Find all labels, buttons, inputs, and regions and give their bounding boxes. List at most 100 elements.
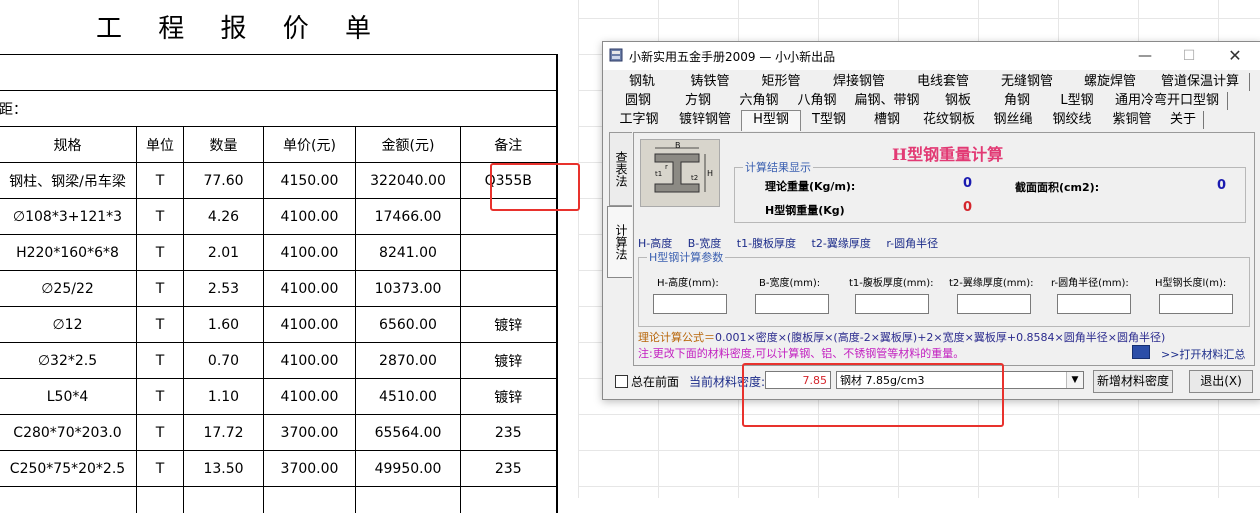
cell-empty[interactable] bbox=[0, 487, 137, 513]
tab-row3-8[interactable]: 紫铜管 bbox=[1101, 111, 1164, 129]
tab-row1-4[interactable]: 电线套管 bbox=[901, 73, 986, 91]
cell-amount[interactable]: 322040.00 bbox=[356, 163, 461, 199]
tab-row2-7[interactable]: L型钢 bbox=[1047, 92, 1108, 110]
cell-price[interactable]: 4100.00 bbox=[264, 271, 356, 307]
cell-note[interactable] bbox=[461, 235, 557, 271]
cell-unit[interactable]: T bbox=[137, 415, 184, 451]
cell-amount[interactable]: 6560.00 bbox=[356, 307, 461, 343]
cell-empty[interactable] bbox=[184, 487, 264, 513]
maximize-button[interactable]: ☐ bbox=[1167, 44, 1211, 68]
height-input[interactable] bbox=[653, 294, 727, 314]
cell-qty[interactable]: 17.72 bbox=[184, 415, 264, 451]
cell-amount[interactable]: 2870.00 bbox=[356, 343, 461, 379]
cell-qty[interactable]: 2.01 bbox=[184, 235, 264, 271]
minimize-button[interactable]: — bbox=[1123, 44, 1167, 68]
cell-spec[interactable]: 钢柱、钢梁/吊车梁 bbox=[0, 163, 137, 199]
distance-cell[interactable]: 距： bbox=[0, 91, 557, 127]
tab-row1-1[interactable]: 铸铁管 bbox=[675, 73, 746, 91]
cell-spec[interactable]: ∅32*2.5 bbox=[0, 343, 137, 379]
chevron-down-icon[interactable]: ▼ bbox=[1066, 372, 1083, 388]
width-input[interactable] bbox=[755, 294, 829, 314]
tab-row3-3[interactable]: T型钢 bbox=[799, 111, 860, 129]
cell-note[interactable] bbox=[461, 271, 557, 307]
tab-row1-6[interactable]: 螺旋焊管 bbox=[1069, 73, 1152, 91]
cell-unit[interactable]: T bbox=[137, 307, 184, 343]
cell-qty[interactable]: 77.60 bbox=[184, 163, 264, 199]
flange-thickness-input[interactable] bbox=[957, 294, 1031, 314]
open-material-summary-link[interactable]: >>打开材料汇总 bbox=[1161, 346, 1245, 362]
header-amount[interactable]: 金额(元) bbox=[356, 127, 461, 163]
cell-unit[interactable]: T bbox=[137, 271, 184, 307]
blank-cell[interactable] bbox=[0, 55, 557, 91]
cell-note[interactable]: 镀锌 bbox=[461, 307, 557, 343]
cell-unit[interactable]: T bbox=[137, 379, 184, 415]
cell-spec[interactable]: ∅108*3+121*3 bbox=[0, 199, 137, 235]
cell-unit[interactable]: T bbox=[137, 343, 184, 379]
cell-spec[interactable]: C280*70*203.0 bbox=[0, 415, 137, 451]
header-qty[interactable]: 数量 bbox=[184, 127, 264, 163]
header-price[interactable]: 单价(元) bbox=[264, 127, 356, 163]
cell-price[interactable]: 3700.00 bbox=[264, 415, 356, 451]
tab-row2-0[interactable]: 圆钢 bbox=[609, 92, 668, 110]
cell-unit[interactable]: T bbox=[137, 199, 184, 235]
tab-calculation[interactable]: 计算法 bbox=[607, 206, 632, 278]
cell-qty[interactable]: 1.60 bbox=[184, 307, 264, 343]
title-bar[interactable]: 小新实用五金手册2009 — 小小新出品 — ☐ ✕ bbox=[603, 42, 1260, 70]
tab-row3-6[interactable]: 钢丝绳 bbox=[983, 111, 1044, 129]
tab-row3-0[interactable]: 工字钢 bbox=[609, 111, 670, 129]
tab-row3-7[interactable]: 钢绞线 bbox=[1043, 111, 1102, 129]
cell-spec[interactable]: C250*75*20*2.5 bbox=[0, 451, 137, 487]
cell-amount[interactable]: 49950.00 bbox=[356, 451, 461, 487]
cell-price[interactable]: 4100.00 bbox=[264, 307, 356, 343]
add-density-button[interactable]: 新增材料密度 bbox=[1093, 370, 1173, 393]
tab-table-lookup[interactable]: 查表法 bbox=[609, 132, 632, 206]
tab-row1-2[interactable]: 矩形管 bbox=[745, 73, 818, 91]
cell-qty[interactable]: 2.53 bbox=[184, 271, 264, 307]
tab-row3-2[interactable]: H型钢 bbox=[741, 110, 801, 131]
tab-row3-4[interactable]: 槽钢 bbox=[859, 111, 916, 129]
close-button[interactable]: ✕ bbox=[1213, 44, 1257, 68]
cell-empty[interactable] bbox=[264, 487, 356, 513]
cell-unit[interactable]: T bbox=[137, 451, 184, 487]
cell-qty[interactable]: 0.70 bbox=[184, 343, 264, 379]
cell-price[interactable]: 4150.00 bbox=[264, 163, 356, 199]
cell-price[interactable]: 4100.00 bbox=[264, 343, 356, 379]
cell-amount[interactable]: 10373.00 bbox=[356, 271, 461, 307]
cell-spec[interactable]: ∅12 bbox=[0, 307, 137, 343]
cell-qty[interactable]: 1.10 bbox=[184, 379, 264, 415]
tab-row2-8[interactable]: 通用冷弯开口型钢 bbox=[1107, 92, 1228, 110]
cell-empty[interactable] bbox=[137, 487, 184, 513]
fillet-radius-input[interactable] bbox=[1057, 294, 1131, 314]
web-thickness-input[interactable] bbox=[855, 294, 929, 314]
cell-qty[interactable]: 13.50 bbox=[184, 451, 264, 487]
cell-qty[interactable]: 4.26 bbox=[184, 199, 264, 235]
cell-amount[interactable]: 8241.00 bbox=[356, 235, 461, 271]
tab-row1-0[interactable]: 钢轨 bbox=[609, 73, 676, 91]
cell-amount[interactable]: 65564.00 bbox=[356, 415, 461, 451]
tab-row1-7[interactable]: 管道保温计算 bbox=[1151, 73, 1250, 91]
tab-row1-3[interactable]: 焊接钢管 bbox=[817, 73, 902, 91]
tab-row2-1[interactable]: 方钢 bbox=[667, 92, 730, 110]
cell-note[interactable]: 镀锌 bbox=[461, 379, 557, 415]
tab-row2-4[interactable]: 扁钢、带钢 bbox=[845, 92, 930, 110]
header-spec[interactable]: 规格 bbox=[0, 127, 137, 163]
tab-row3-5[interactable]: 花纹钢板 bbox=[915, 111, 984, 129]
cell-price[interactable]: 4100.00 bbox=[264, 379, 356, 415]
cell-empty[interactable] bbox=[461, 487, 557, 513]
tab-row2-6[interactable]: 角钢 bbox=[987, 92, 1048, 110]
cell-amount[interactable]: 17466.00 bbox=[356, 199, 461, 235]
cell-price[interactable]: 4100.00 bbox=[264, 235, 356, 271]
material-summary-icon[interactable] bbox=[1132, 345, 1150, 359]
cell-spec[interactable]: H220*160*6*8 bbox=[0, 235, 137, 271]
header-note[interactable]: 备注 bbox=[461, 127, 557, 163]
tab-row1-5[interactable]: 无缝钢管 bbox=[985, 73, 1070, 91]
cell-price[interactable]: 4100.00 bbox=[264, 199, 356, 235]
tab-row3-1[interactable]: 镀锌钢管 bbox=[669, 111, 742, 129]
cell-spec[interactable]: L50*4 bbox=[0, 379, 137, 415]
cell-note[interactable]: 235 bbox=[461, 451, 557, 487]
tab-row2-5[interactable]: 钢板 bbox=[929, 92, 988, 110]
cell-note[interactable]: 235 bbox=[461, 415, 557, 451]
header-unit[interactable]: 单位 bbox=[137, 127, 184, 163]
exit-button[interactable]: 退出(X) bbox=[1189, 370, 1253, 393]
always-on-top-checkbox[interactable] bbox=[615, 375, 628, 388]
